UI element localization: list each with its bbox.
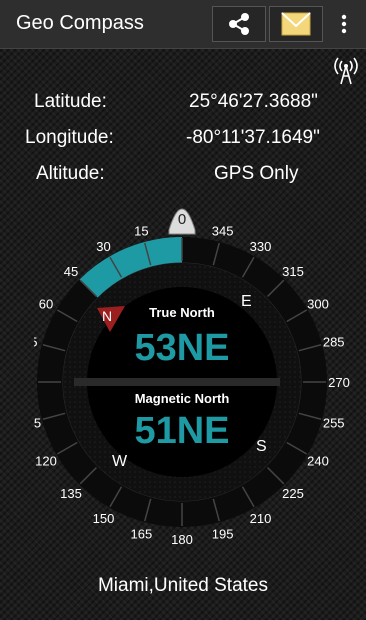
compass-tick-label: 225 (282, 486, 304, 501)
overflow-menu-icon (341, 14, 347, 34)
divider-bar (74, 378, 280, 386)
compass-tick-label: 120 (35, 454, 57, 469)
mail-button[interactable] (269, 6, 323, 42)
true-north-label: True North (149, 305, 215, 320)
compass-tick-label: 345 (212, 223, 234, 238)
compass-tick-label: 330 (250, 239, 272, 254)
compass-tick-label: 15 (134, 223, 148, 238)
app-bar: Geo Compass (0, 0, 366, 49)
compass-dial[interactable]: N E S W True North 53NE Magnetic North 5… (34, 196, 364, 552)
longitude-label: Longitude: (25, 127, 114, 148)
app-title: Geo Compass (16, 12, 144, 34)
compass-tick-label: 210 (250, 511, 272, 526)
envelope-icon (281, 12, 311, 36)
share-icon (229, 13, 249, 35)
true-north-value: 53NE (134, 327, 229, 369)
latitude-label: Latitude: (34, 91, 107, 112)
compass-tick-label: 195 (212, 527, 234, 542)
cardinal-north: N (102, 308, 112, 324)
altitude-label: Altitude: (36, 163, 105, 184)
compass-tick-label: 285 (323, 334, 345, 349)
compass-tick-label: 180 (171, 532, 193, 547)
compass-tick-label: 300 (307, 297, 329, 312)
compass-tick-label: 165 (131, 527, 153, 542)
longitude-value: -80°11'37.1649" (186, 127, 320, 148)
compass-tick-label: 60 (39, 297, 53, 312)
compass-tick-label: 75 (34, 334, 38, 349)
compass-tick-label: 270 (328, 375, 350, 390)
latitude-value: 25°46'27.3688" (189, 91, 318, 112)
gps-signal-icon (334, 57, 358, 85)
compass-tick-label: 30 (96, 239, 110, 254)
compass-tick-label: 315 (282, 264, 304, 279)
location-city: Miami,United States (97, 575, 268, 596)
cardinal-south: S (256, 438, 267, 455)
cardinal-east: E (241, 293, 252, 310)
magnetic-north-value: 51NE (134, 410, 229, 452)
overflow-menu-button[interactable] (330, 6, 358, 42)
share-button[interactable] (212, 6, 266, 42)
magnetic-north-label: Magnetic North (135, 391, 230, 406)
compass-tick-label: 150 (93, 511, 115, 526)
compass-tick-label: 255 (323, 416, 345, 431)
altitude-value: GPS Only (214, 163, 299, 184)
cardinal-west: W (112, 453, 128, 470)
compass-tick-label: 105 (34, 416, 41, 431)
heading-zero-label: 0 (178, 211, 186, 228)
compass-tick-label: 135 (60, 486, 82, 501)
compass-tick-label: 45 (64, 264, 78, 279)
compass-tick-label: 240 (307, 454, 329, 469)
